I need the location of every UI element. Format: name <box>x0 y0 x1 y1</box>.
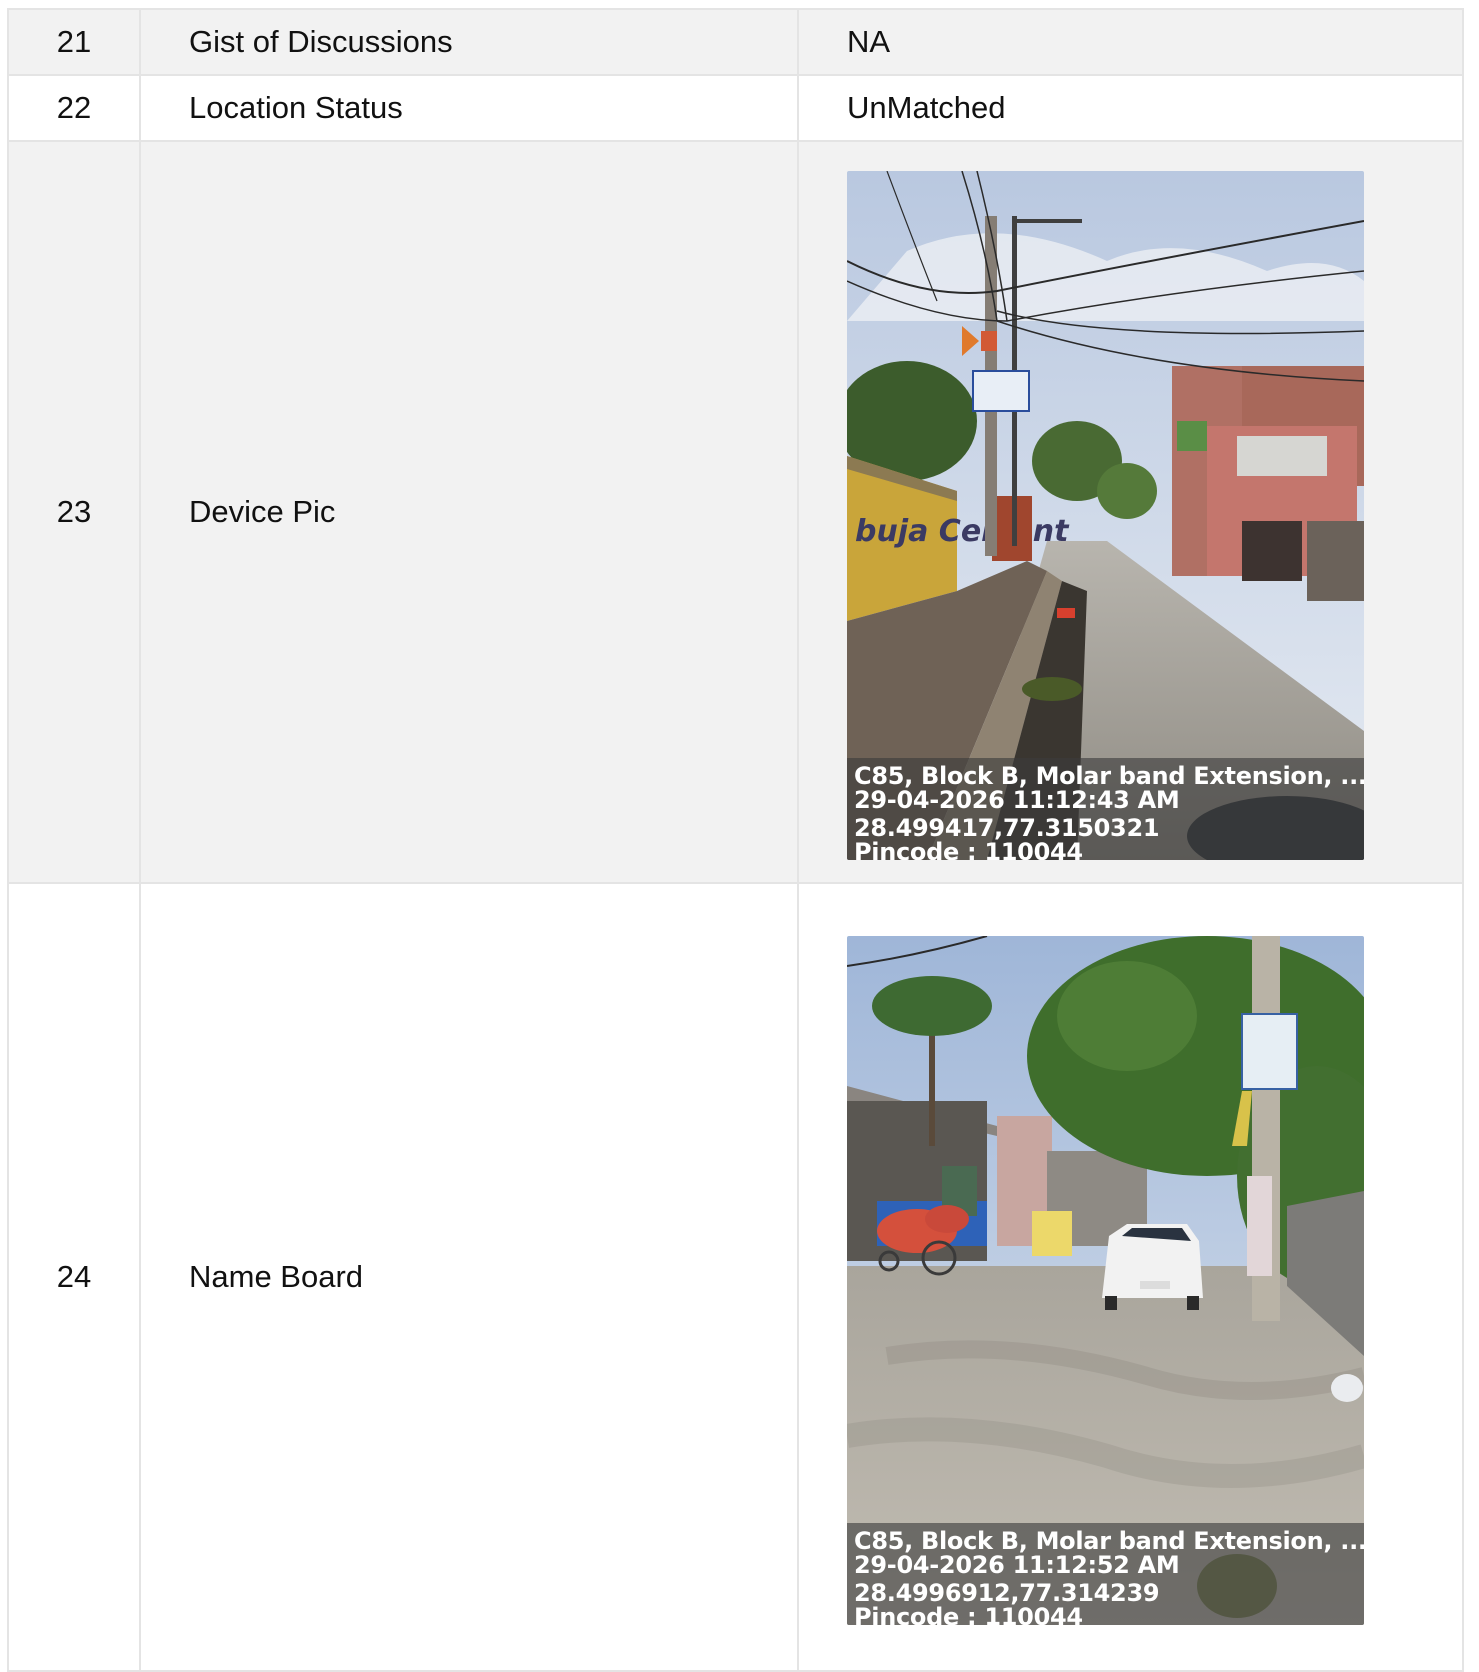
name-board-photo[interactable]: C85, Block B, Molar band Extension, ... … <box>847 935 1364 1625</box>
row-number: 22 <box>7 74 141 142</box>
photo-pincode: Pincode : 110044 <box>854 1602 1083 1625</box>
table-row: 24 Name Board C85, Block B, Molar band E… <box>7 882 1464 1672</box>
row-number: 21 <box>7 8 141 76</box>
photo-address: C85, Block B, Molar band Extension, ... <box>854 761 1364 790</box>
row-value: UnMatched <box>797 74 1464 142</box>
photo-coordinates: 28.499417,77.3150321 <box>854 813 1160 842</box>
table-row: 23 Device Pic buja Cement C85, Block B, … <box>7 140 1464 884</box>
row-value: NA <box>797 8 1464 76</box>
row-number: 24 <box>7 882 141 1672</box>
photo-geotag-caption: C85, Block B, Molar band Extension, ... … <box>847 1522 1364 1625</box>
photo-pincode: Pincode : 110044 <box>854 837 1083 860</box>
table-row: 22 Location Status UnMatched <box>7 74 1464 142</box>
photo-datetime: 29-04-2026 11:12:43 AM <box>854 785 1180 814</box>
row-label: Device Pic <box>139 140 799 884</box>
photo-coordinates: 28.4996912,77.314239 <box>854 1578 1160 1607</box>
device-photo[interactable]: buja Cement C85, Block B, Molar band Ext… <box>847 170 1364 860</box>
wall-painted-text: buja Cement <box>855 514 1070 549</box>
table-row: 21 Gist of Discussions NA <box>7 8 1464 76</box>
row-number: 23 <box>7 140 141 884</box>
photo-geotag-caption: C85, Block B, Molar band Extension, ... … <box>847 757 1364 860</box>
street-scene-image <box>847 935 1364 1625</box>
photo-address: C85, Block B, Molar band Extension, ... <box>854 1526 1364 1555</box>
row-value: buja Cement C85, Block B, Molar band Ext… <box>797 140 1464 884</box>
row-label: Location Status <box>139 74 799 142</box>
photo-datetime: 29-04-2026 11:12:52 AM <box>854 1550 1180 1579</box>
row-label: Name Board <box>139 882 799 1672</box>
street-scene-image: buja Cement <box>847 170 1364 860</box>
row-label: Gist of Discussions <box>139 8 799 76</box>
row-value: C85, Block B, Molar band Extension, ... … <box>797 882 1464 1672</box>
details-table: 21 Gist of Discussions NA 22 Location St… <box>7 8 1464 1672</box>
